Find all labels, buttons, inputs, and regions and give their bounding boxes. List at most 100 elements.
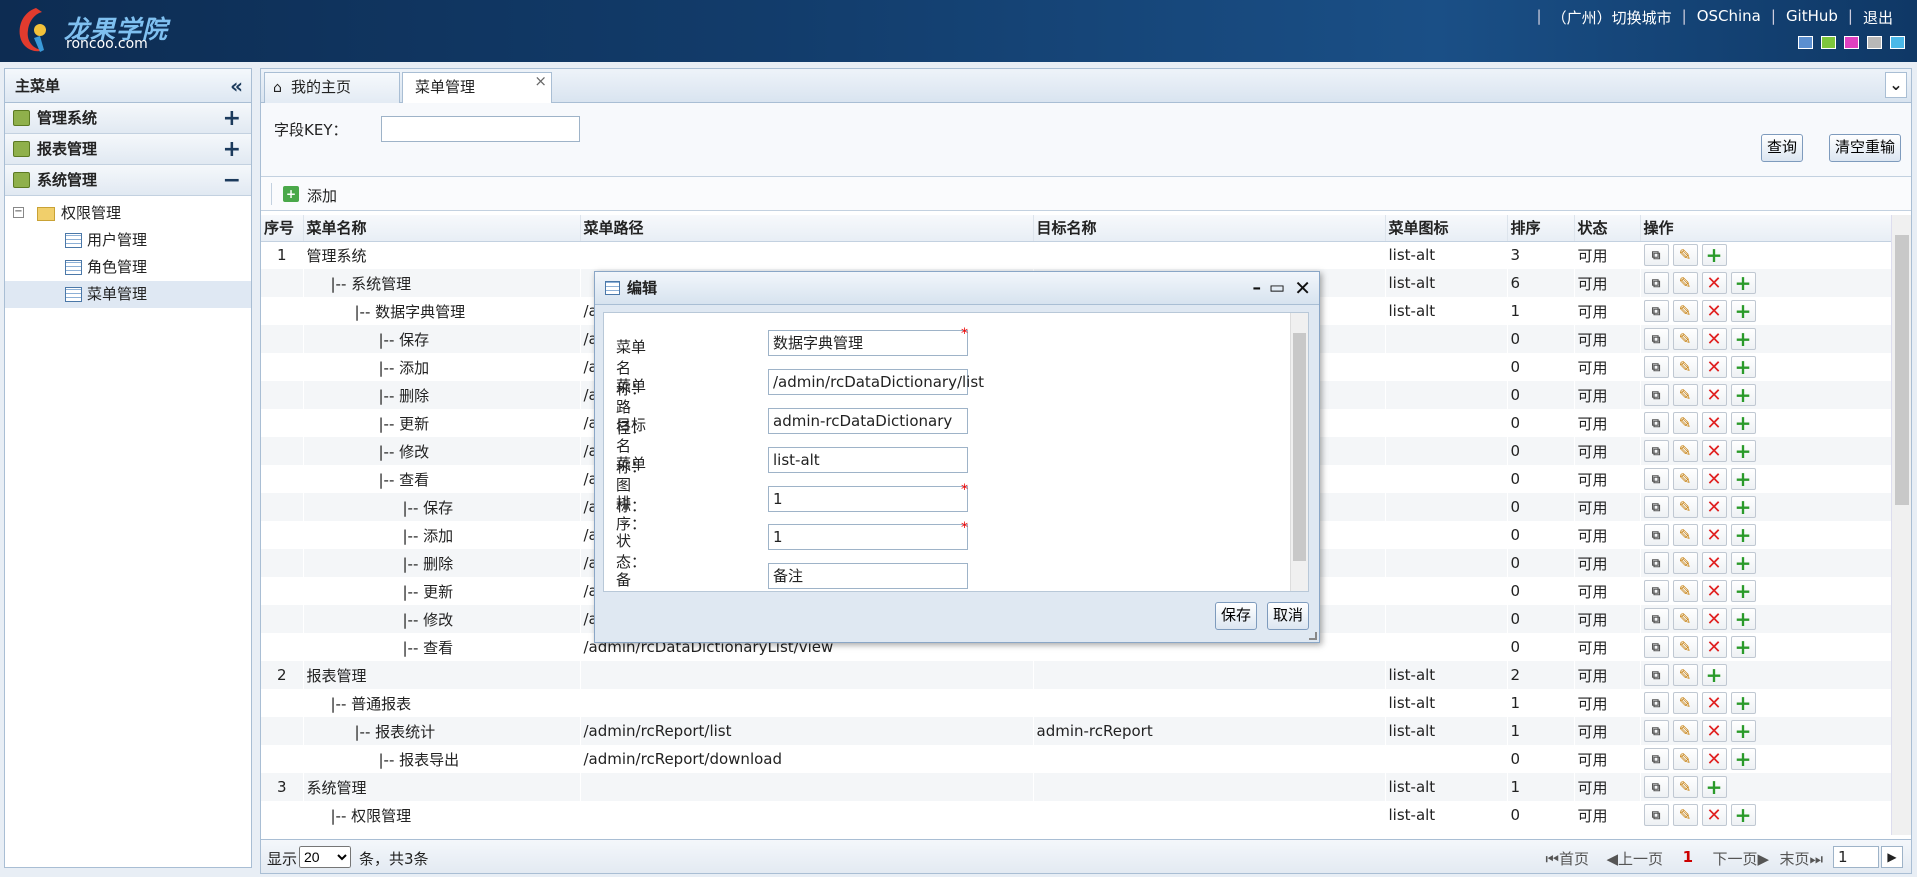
add-child-icon[interactable]: + [1730, 495, 1756, 519]
add-child-icon[interactable]: + [1730, 271, 1756, 295]
view-icon[interactable]: ⧉ [1643, 552, 1669, 574]
add-child-icon[interactable]: + [1730, 299, 1756, 323]
view-icon[interactable]: ⧉ [1643, 580, 1669, 602]
go-page-icon[interactable]: ▶ [1881, 846, 1903, 868]
delete-icon[interactable]: ✕ [1701, 384, 1727, 406]
close-dialog-icon[interactable]: ✕ [1294, 272, 1311, 305]
tab-dropdown-icon[interactable]: ⌄ [1885, 72, 1907, 98]
remark-input[interactable]: 备注 [768, 563, 968, 589]
collapse-sidebar-icon[interactable]: « [230, 69, 243, 103]
tree-node-role-management[interactable]: 角色管理 [5, 254, 251, 281]
view-icon[interactable]: ⧉ [1643, 524, 1669, 546]
view-icon[interactable]: ⧉ [1643, 356, 1669, 378]
col-header[interactable]: 目标名称 [1033, 215, 1386, 242]
add-child-icon[interactable]: + [1730, 579, 1756, 603]
save-button[interactable]: 保存 [1214, 602, 1257, 630]
maximize-icon[interactable]: ▭ [1269, 272, 1285, 305]
col-header[interactable]: 菜单路径 [580, 215, 1034, 242]
theme-swatch-gray[interactable] [1867, 36, 1882, 49]
next-page-button[interactable]: 下一页▶ [1712, 848, 1769, 869]
scrollbar-thumb[interactable] [1293, 333, 1306, 561]
edit-icon[interactable]: ✎ [1672, 636, 1698, 658]
view-icon[interactable]: ⧉ [1643, 664, 1669, 686]
dialog-titlebar[interactable]: 编辑 – ▭ ✕ [595, 272, 1319, 305]
field-key-input[interactable] [381, 116, 580, 142]
col-header[interactable]: 序号 [261, 215, 304, 242]
collapse-icon[interactable]: − [223, 165, 241, 196]
delete-icon[interactable]: ✕ [1701, 440, 1727, 462]
delete-icon[interactable]: ✕ [1701, 356, 1727, 378]
delete-icon[interactable]: ✕ [1701, 328, 1727, 350]
edit-icon[interactable]: ✎ [1672, 328, 1698, 350]
col-header[interactable]: 菜单名称 [303, 215, 581, 242]
sidebar-group-system-management[interactable]: 系统管理 − [5, 165, 251, 196]
sidebar-group-management-system[interactable]: 管理系统 + [5, 103, 251, 134]
add-child-icon[interactable]: + [1730, 383, 1756, 407]
edit-icon[interactable]: ✎ [1672, 552, 1698, 574]
sort-input[interactable]: 1 [768, 486, 968, 512]
edit-icon[interactable]: ✎ [1672, 440, 1698, 462]
tree-node-menu-management[interactable]: 菜单管理 [5, 281, 251, 308]
add-child-icon[interactable]: + [1730, 467, 1756, 491]
theme-swatch-blue[interactable] [1798, 36, 1813, 49]
edit-icon[interactable]: ✎ [1672, 580, 1698, 602]
edit-icon[interactable]: ✎ [1672, 776, 1698, 798]
edit-icon[interactable]: ✎ [1672, 720, 1698, 742]
nav-switch-city[interactable]: （广州）切换城市 [1544, 7, 1680, 28]
table-row[interactable]: |-- 报表统计/admin/rcReport/list admin-rcRepo… [261, 717, 1891, 745]
add-child-icon[interactable]: + [1730, 719, 1756, 743]
delete-icon[interactable]: ✕ [1701, 468, 1727, 490]
add-child-icon[interactable]: + [1730, 411, 1756, 435]
edit-icon[interactable]: ✎ [1672, 608, 1698, 630]
table-row[interactable]: |-- 权限管理 list-alt 0 可用 ⧉ ✎ ✕ + [261, 801, 1891, 829]
dialog-scrollbar[interactable] [1290, 313, 1308, 591]
nav-github[interactable]: GitHub [1778, 7, 1846, 28]
table-scrollbar[interactable] [1891, 215, 1911, 835]
logo[interactable]: 龙果学院 roncoo.com [14, 2, 174, 58]
nav-oschina[interactable]: OSChina [1689, 7, 1769, 28]
view-icon[interactable]: ⧉ [1643, 384, 1669, 406]
edit-icon[interactable]: ✎ [1672, 748, 1698, 770]
edit-icon[interactable]: ✎ [1672, 272, 1698, 294]
add-child-icon[interactable]: + [1730, 607, 1756, 631]
edit-icon[interactable]: ✎ [1672, 468, 1698, 490]
prev-page-button[interactable]: ◀上一页 [1606, 848, 1663, 869]
delete-icon[interactable]: ✕ [1701, 804, 1727, 826]
menu-icon-input[interactable]: list-alt [768, 447, 968, 473]
delete-icon[interactable]: ✕ [1701, 580, 1727, 602]
add-child-icon[interactable]: + [1730, 551, 1756, 575]
edit-icon[interactable]: ✎ [1672, 412, 1698, 434]
add-child-icon[interactable]: + [1730, 355, 1756, 379]
tab-menu-management[interactable]: 菜单管理 × [402, 72, 552, 104]
tree-toggle-icon[interactable]: − [13, 207, 24, 218]
table-row[interactable]: |-- 普通报表 list-alt 1 可用 ⧉ ✎ ✕ + [261, 689, 1891, 717]
view-icon[interactable]: ⧉ [1643, 440, 1669, 462]
add-icon[interactable]: + [283, 186, 299, 202]
view-icon[interactable]: ⧉ [1643, 776, 1669, 798]
edit-icon[interactable]: ✎ [1672, 664, 1698, 686]
minimize-icon[interactable]: – [1253, 272, 1262, 305]
view-icon[interactable]: ⧉ [1643, 412, 1669, 434]
delete-icon[interactable]: ✕ [1701, 692, 1727, 714]
add-child-icon[interactable]: + [1730, 635, 1756, 659]
add-child-icon[interactable]: + [1730, 803, 1756, 827]
delete-icon[interactable]: ✕ [1701, 748, 1727, 770]
theme-swatch-cyan[interactable] [1890, 36, 1905, 49]
page-size-select[interactable]: 20 [299, 846, 351, 868]
add-child-icon[interactable]: + [1701, 775, 1727, 799]
col-header[interactable]: 状态 [1574, 215, 1641, 242]
tree-node-permission-management[interactable]: − 权限管理 [5, 200, 251, 227]
delete-icon[interactable]: ✕ [1701, 496, 1727, 518]
view-icon[interactable]: ⧉ [1643, 804, 1669, 826]
edit-icon[interactable]: ✎ [1672, 244, 1698, 267]
last-page-button[interactable]: 末页⏭ [1779, 848, 1823, 869]
query-button[interactable]: 查询 [1760, 134, 1803, 162]
sidebar-group-report-management[interactable]: 报表管理 + [5, 134, 251, 165]
first-page-button[interactable]: ⏮首页 [1545, 848, 1589, 869]
table-row[interactable]: 2 报表管理 list-alt 2 可用 ⧉ ✎ + [261, 661, 1891, 689]
view-icon[interactable]: ⧉ [1643, 636, 1669, 658]
status-input[interactable]: 1 [768, 524, 968, 550]
col-header[interactable]: 菜单图标 [1385, 215, 1508, 242]
theme-swatch-purple[interactable] [1844, 36, 1859, 49]
scrollbar-thumb[interactable] [1895, 235, 1909, 505]
